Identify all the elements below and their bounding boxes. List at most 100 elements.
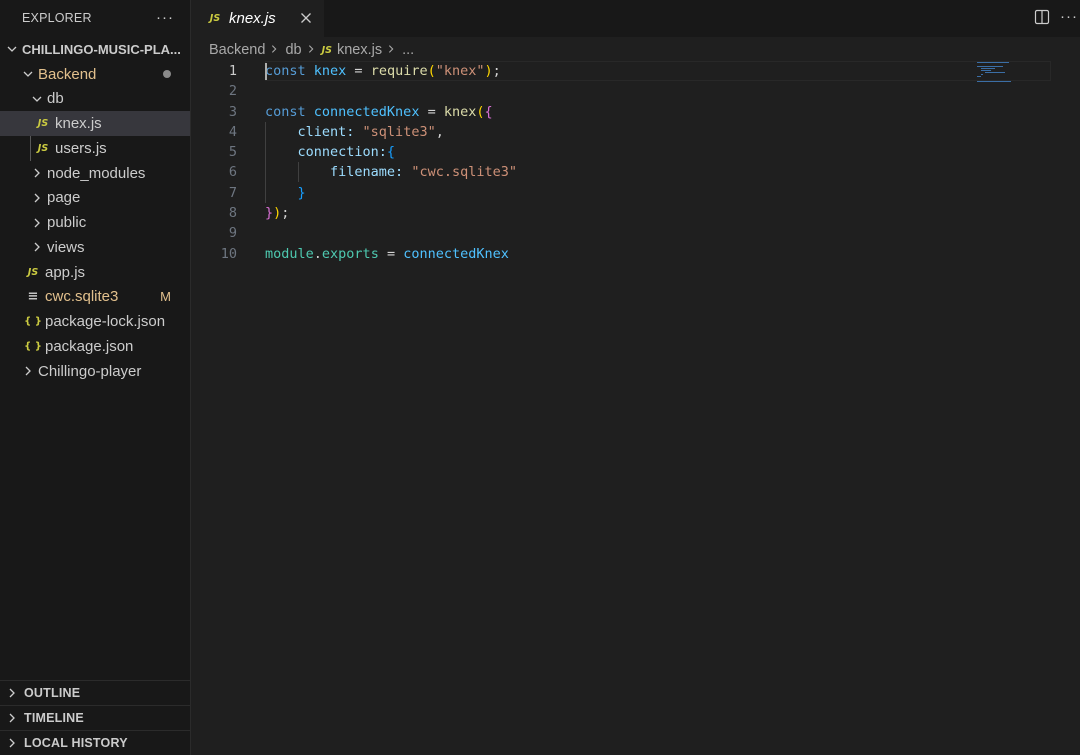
panel-timeline[interactable]: TIMELINE	[0, 705, 190, 730]
tree-file-label: app.js	[45, 263, 86, 281]
token-punctuation: .	[313, 245, 322, 262]
token-operator: =	[419, 103, 444, 120]
tree-folder-node-modules[interactable]: node_modules	[0, 161, 190, 186]
code-line-7: }	[265, 183, 517, 203]
javascript-file-icon: JS	[27, 266, 39, 278]
chevron-right-icon	[31, 217, 43, 229]
token-operator: =	[378, 245, 404, 262]
tree-folder-chillingo-player[interactable]: Chillingo-player	[0, 359, 190, 384]
code-line-6: filename: "cwc.sqlite3"	[265, 162, 517, 182]
line-number: 1	[228, 63, 237, 79]
token-bracket: {	[484, 103, 493, 120]
token-bracket: (	[476, 103, 485, 120]
chevron-right-icon	[269, 44, 281, 56]
code-line-1: const knex = require("knex");	[265, 61, 517, 81]
token-punctuation: ,	[435, 123, 444, 140]
token-operator: =	[346, 63, 371, 79]
explorer-sidebar: EXPLORER ··· CHILLINGO-MUSIC-PLA... Back…	[0, 0, 191, 755]
tree-folder-db[interactable]: db	[0, 87, 190, 112]
javascript-file-icon: JS	[209, 13, 221, 24]
token-property: exports	[321, 245, 379, 262]
token-variable: connectedKnex	[403, 245, 509, 262]
tree-folder-views[interactable]: views	[0, 235, 190, 260]
tree-folder-page[interactable]: page	[0, 186, 190, 211]
tree-root-folder[interactable]: CHILLINGO-MUSIC-PLA...	[0, 37, 190, 62]
code-editor[interactable]: 1 2 3 4 5 6 7 8 9 10 const knex = requir…	[191, 61, 1080, 755]
token-function: knex	[443, 103, 477, 120]
chevron-right-icon	[31, 167, 43, 179]
tree-file-users-js[interactable]: JS users.js	[0, 136, 190, 161]
token-property: client:	[297, 123, 355, 140]
tree-folder-label: public	[47, 214, 87, 232]
chevron-down-icon	[22, 68, 34, 80]
tree-folder-backend[interactable]: Backend	[0, 62, 190, 87]
tree-file-knex-js[interactable]: JS knex.js	[0, 111, 190, 136]
panel-outline[interactable]: OUTLINE	[0, 680, 190, 705]
tab-knex-js[interactable]: JS knex.js	[191, 0, 324, 37]
tree-file-package-lock-json[interactable]: { } package-lock.json	[0, 309, 190, 334]
chevron-down-icon	[31, 93, 43, 105]
tree-file-label: users.js	[55, 139, 107, 157]
breadcrumb-file[interactable]: knex.js	[337, 42, 382, 58]
tree-file-cwc-sqlite3[interactable]: ≡ cwc.sqlite3 M	[0, 285, 190, 310]
panel-label: LOCAL HISTORY	[24, 736, 128, 750]
code-line-3: const connectedKnex = knex({	[265, 102, 517, 122]
chevron-right-icon	[386, 44, 398, 56]
sidebar-panels: OUTLINE TIMELINE LOCAL HISTORY	[0, 680, 190, 755]
minimap[interactable]	[977, 61, 1013, 85]
chevron-right-icon	[31, 241, 43, 253]
tree-file-label: package.json	[45, 337, 134, 355]
explorer-more-icon[interactable]: ···	[156, 9, 174, 26]
token-keyword: const	[265, 103, 306, 120]
chevron-right-icon	[6, 687, 18, 699]
code-line-4: client: "sqlite3",	[265, 122, 517, 142]
line-number: 7	[228, 184, 237, 201]
tree-folder-public[interactable]: public	[0, 210, 190, 235]
token-string: "sqlite3"	[354, 123, 436, 140]
token-string: "cwc.sqlite3"	[403, 164, 517, 181]
token-string: "knex"	[435, 63, 485, 79]
json-file-icon: { }	[24, 340, 42, 352]
breadcrumb-symbols[interactable]: ...	[402, 42, 414, 58]
tree-folder-label: Backend	[38, 65, 97, 83]
editor-more-actions-icon[interactable]: ···	[1060, 8, 1078, 25]
breadcrumb-item[interactable]: db	[285, 42, 301, 58]
close-icon[interactable]	[298, 10, 314, 26]
minimap-line	[977, 66, 1003, 67]
token-bracket: }	[265, 205, 274, 222]
panel-local-history[interactable]: LOCAL HISTORY	[0, 730, 190, 755]
tree-folder-label: views	[47, 238, 85, 256]
tree-folder-label: db	[47, 90, 64, 108]
modified-dot-icon	[163, 70, 171, 79]
json-file-icon: { }	[24, 316, 42, 328]
tree-file-label: knex.js	[55, 115, 102, 133]
code-line-8: });	[265, 203, 517, 223]
split-editor-icon[interactable]	[1034, 9, 1050, 25]
token-punctuation: ;	[492, 63, 501, 79]
tree-file-label: cwc.sqlite3	[45, 288, 119, 306]
file-tree: CHILLINGO-MUSIC-PLA... Backend db JS kne…	[0, 37, 190, 384]
editor-tab-bar: JS knex.js ···	[191, 0, 1080, 37]
minimap-line	[981, 68, 995, 69]
tree-file-label: package-lock.json	[45, 313, 166, 331]
panel-label: TIMELINE	[24, 711, 84, 725]
tree-folder-label: Chillingo-player	[38, 362, 142, 380]
token-object: module	[265, 245, 314, 262]
tree-file-package-json[interactable]: { } package.json	[0, 334, 190, 359]
tree-folder-label: node_modules	[47, 164, 146, 182]
token-bracket: )	[484, 63, 493, 79]
code-line-10: module.exports = connectedKnex	[265, 244, 517, 264]
breadcrumb-item[interactable]: Backend	[209, 42, 265, 58]
panel-label: OUTLINE	[24, 686, 81, 700]
minimap-line	[977, 81, 1011, 82]
line-number: 9	[228, 225, 237, 242]
minimap-line	[981, 74, 983, 75]
tree-file-app-js[interactable]: JS app.js	[0, 260, 190, 285]
line-number: 8	[228, 205, 237, 222]
explorer-header: EXPLORER ···	[0, 0, 190, 35]
line-number-gutter: 1 2 3 4 5 6 7 8 9 10	[191, 61, 237, 264]
minimap-line	[977, 62, 1009, 63]
line-number: 10	[220, 245, 237, 262]
